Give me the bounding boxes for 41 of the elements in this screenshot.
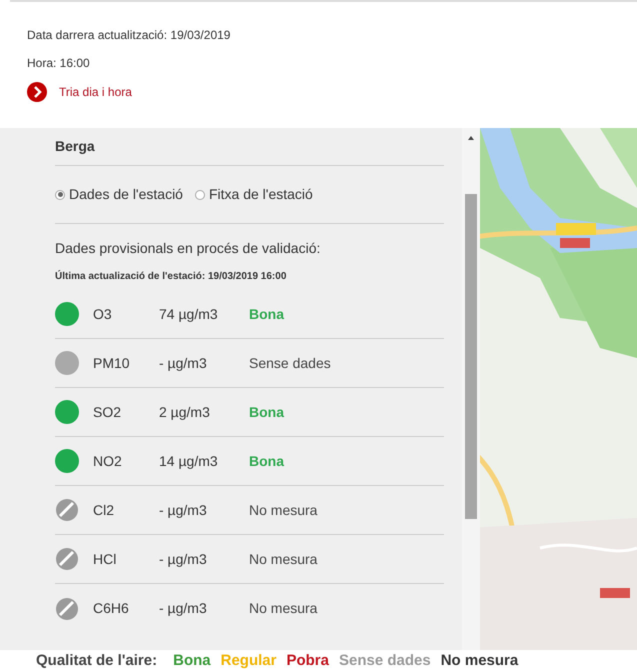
quality-status: Bona	[249, 402, 284, 422]
scroll-up-icon[interactable]	[468, 136, 474, 140]
legend-item: Sense dades	[338, 651, 431, 669]
notice-text: Dades provisionals en procés de validació:	[55, 239, 322, 258]
quality-status: No mesura	[249, 550, 318, 568]
quality-status: No mesura	[249, 500, 318, 520]
pollutant-name: C6H6	[92, 599, 130, 618]
legend-title: Qualitat de l'aire:	[36, 651, 158, 669]
pollutant-name: NO2	[92, 452, 123, 470]
no-measure-icon	[55, 547, 79, 571]
legend-item: Regular	[220, 651, 276, 669]
quality-status: Bona	[249, 452, 284, 470]
station-name: Berga	[55, 128, 444, 166]
quality-status: Sense dades	[249, 354, 331, 372]
scrollbar[interactable]	[462, 128, 480, 650]
legend-item: No mesura	[440, 651, 518, 669]
legend-item: Pobra	[286, 651, 329, 669]
chevron-icon	[27, 82, 47, 102]
pollutant-name: Cl2	[92, 500, 116, 520]
pollutant-name: O3	[92, 304, 113, 324]
quality-status: No mesura	[249, 599, 318, 618]
pollutant-value: - µg/m3	[159, 599, 208, 618]
pollutant-name: HCl	[92, 550, 118, 568]
pollutant-name: SO2	[92, 402, 122, 422]
pollutant-value: 2 µg/m3	[159, 402, 211, 422]
pollutant-value: 74 µg/m3	[159, 304, 219, 324]
view-radio[interactable]: Fitxa de l'estació	[194, 184, 313, 205]
quality-status: Bona	[249, 304, 284, 324]
no-measure-icon	[55, 596, 79, 620]
choose-date-link[interactable]: Tria dia i hora	[27, 82, 637, 102]
pollutant-value: - µg/m3	[159, 354, 208, 373]
last-update-text: Data darrera actualització: 19/03/2019	[27, 27, 232, 44]
pollutant-value: 14 µg/m3	[159, 452, 219, 471]
station-update-text: Última actualizació de l'estació: 19/03/2019 16:00	[55, 269, 288, 284]
no-measure-icon	[55, 498, 79, 522]
pollutant-value: - µg/m3	[159, 500, 208, 520]
legend-item: Bona	[173, 651, 211, 669]
time-text: Hora: 16:00	[27, 55, 91, 72]
pollutant-value: - µg/m3	[159, 550, 208, 569]
pollutant-name: PM10	[92, 354, 131, 372]
view-radio[interactable]: Dades de l'estació	[55, 184, 183, 205]
